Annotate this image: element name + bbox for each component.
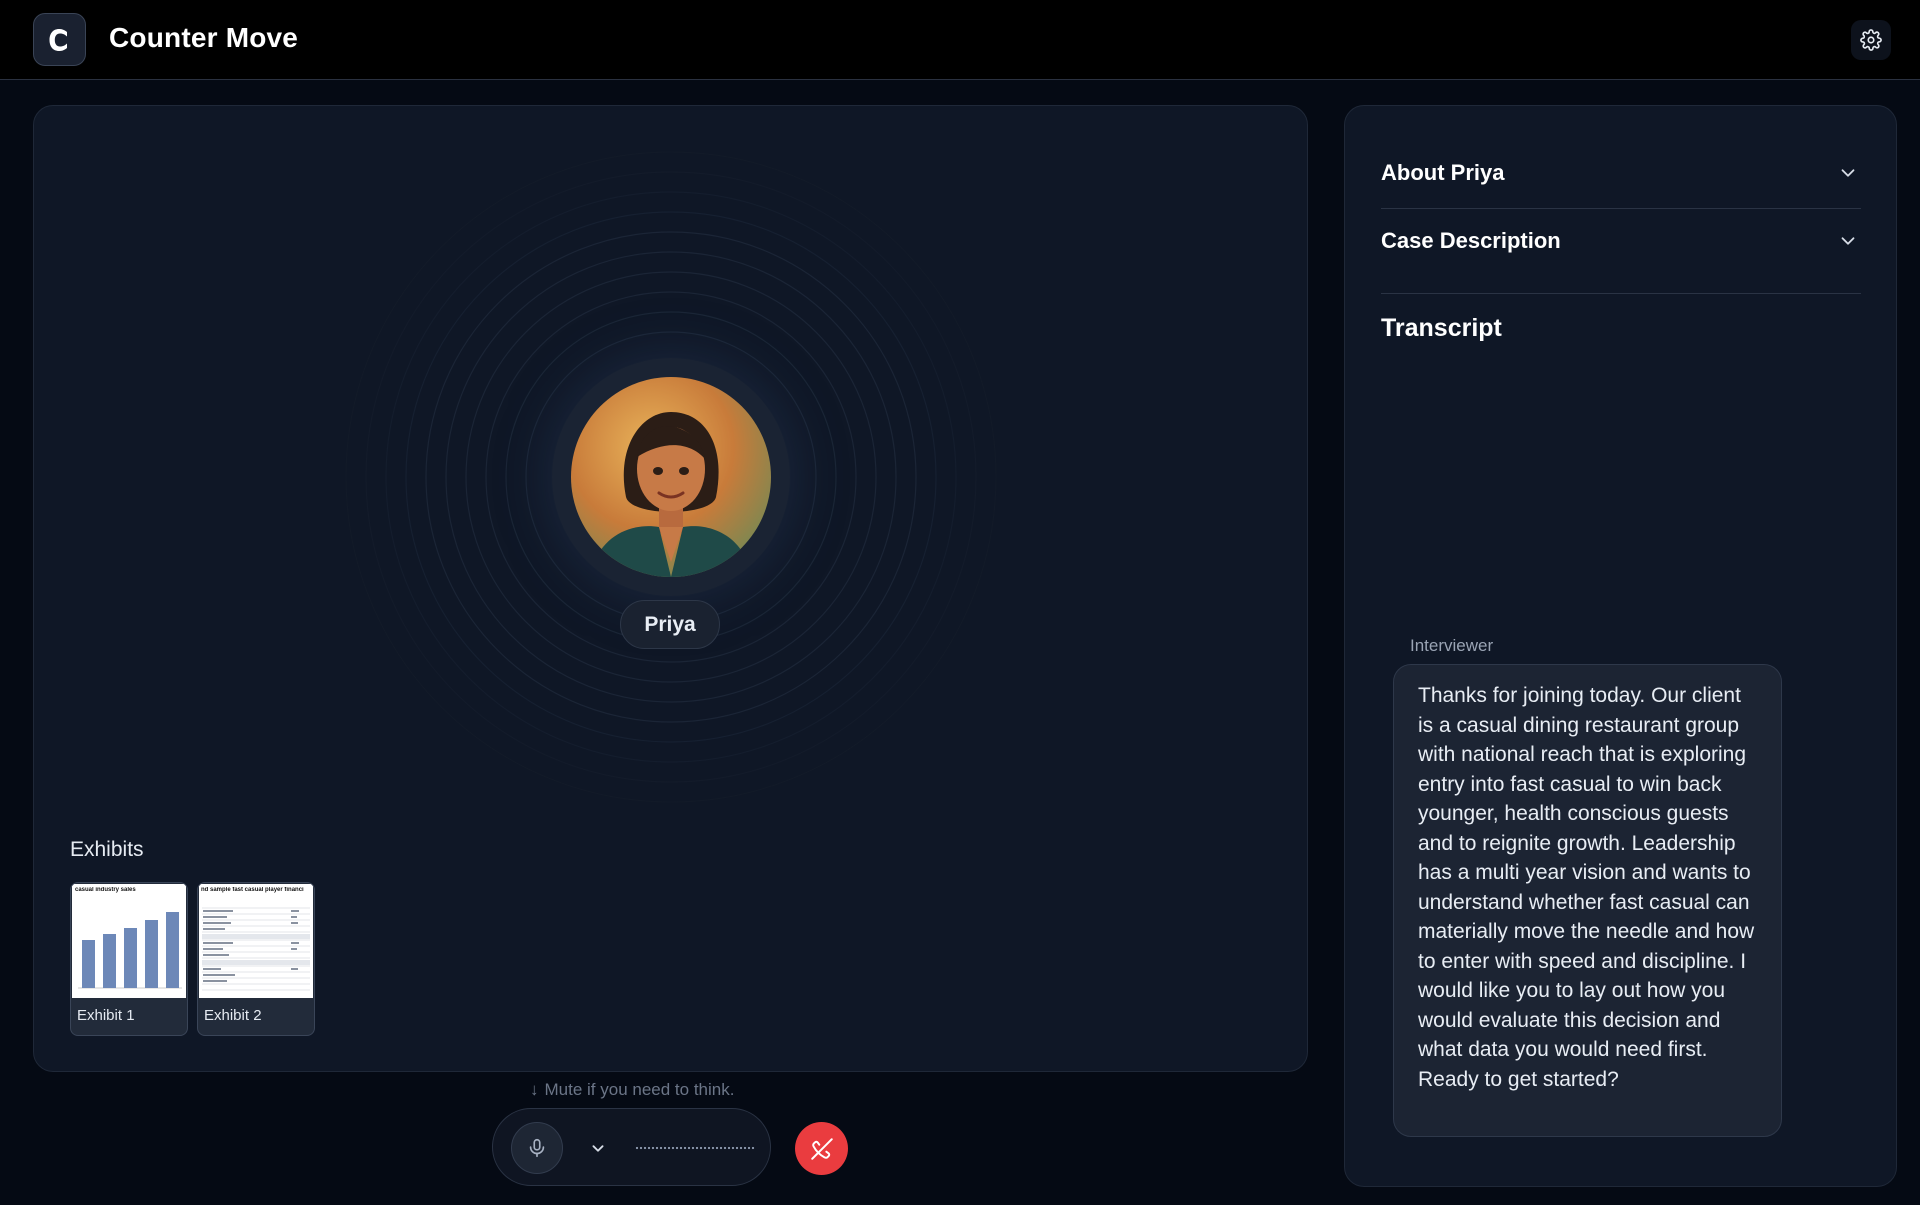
exhibit-card-2[interactable]: nd sample fast casual player financi Exh… <box>197 882 315 1036</box>
app-title: Counter Move <box>109 22 299 53</box>
settings-button[interactable] <box>1851 20 1891 60</box>
exhibit-1-label: Exhibit 1 <box>77 1007 135 1024</box>
exhibits-heading: Exhibits <box>70 838 144 861</box>
microphone-icon <box>529 1138 545 1158</box>
avatar <box>571 377 771 577</box>
app-logo[interactable] <box>33 13 86 66</box>
call-controls <box>492 1108 771 1186</box>
table-icon <box>202 907 310 991</box>
audio-device-dropdown[interactable] <box>587 1137 609 1159</box>
persona-name-pill: Priya <box>620 600 720 649</box>
exhibit-2-label: Exhibit 2 <box>204 1007 262 1024</box>
accordion-case-label: Case Description <box>1381 228 1561 253</box>
avatar-ring <box>552 358 790 596</box>
accordion-about-priya[interactable]: About Priya <box>1381 142 1861 209</box>
logo-c-icon <box>49 28 67 51</box>
exhibit-card-1[interactable]: casual industry sales Exhibit 1 <box>70 882 188 1036</box>
interviewer-stage: Priya Exhibits casual industry sales Exh… <box>33 105 1308 1072</box>
phone-hangup-icon <box>810 1137 833 1160</box>
mute-button[interactable] <box>511 1122 563 1174</box>
mute-hint: ↓ Mute if you need to think. <box>530 1080 734 1100</box>
mute-hint-text: Mute if you need to think. <box>544 1080 735 1099</box>
chevron-down-icon <box>1841 169 1855 177</box>
exhibit-2-thumbnail: nd sample fast casual player financi <box>199 884 313 998</box>
chevron-down-icon <box>1841 237 1855 245</box>
arrow-down-icon: ↓ <box>530 1080 539 1099</box>
chevron-down-icon <box>592 1145 604 1152</box>
audio-level-meter <box>635 1146 755 1150</box>
end-call-button[interactable] <box>795 1122 848 1175</box>
accordion-case-description[interactable]: Case Description <box>1381 210 1861 294</box>
message-speaker: Interviewer <box>1410 636 1494 655</box>
transcript-heading: Transcript <box>1381 314 1502 342</box>
gear-icon <box>1860 29 1882 51</box>
accordion-about-label: About Priya <box>1381 160 1505 185</box>
transcript-message: Thanks for joining today. Our client is … <box>1393 664 1782 1137</box>
priya-portrait-icon <box>571 377 771 577</box>
bar-chart-icon <box>78 912 182 989</box>
info-sidebar: About Priya Case Description Transcript … <box>1344 105 1897 1187</box>
top-bar: Counter Move <box>0 0 1920 80</box>
exhibit-1-thumbnail: casual industry sales <box>72 884 186 998</box>
